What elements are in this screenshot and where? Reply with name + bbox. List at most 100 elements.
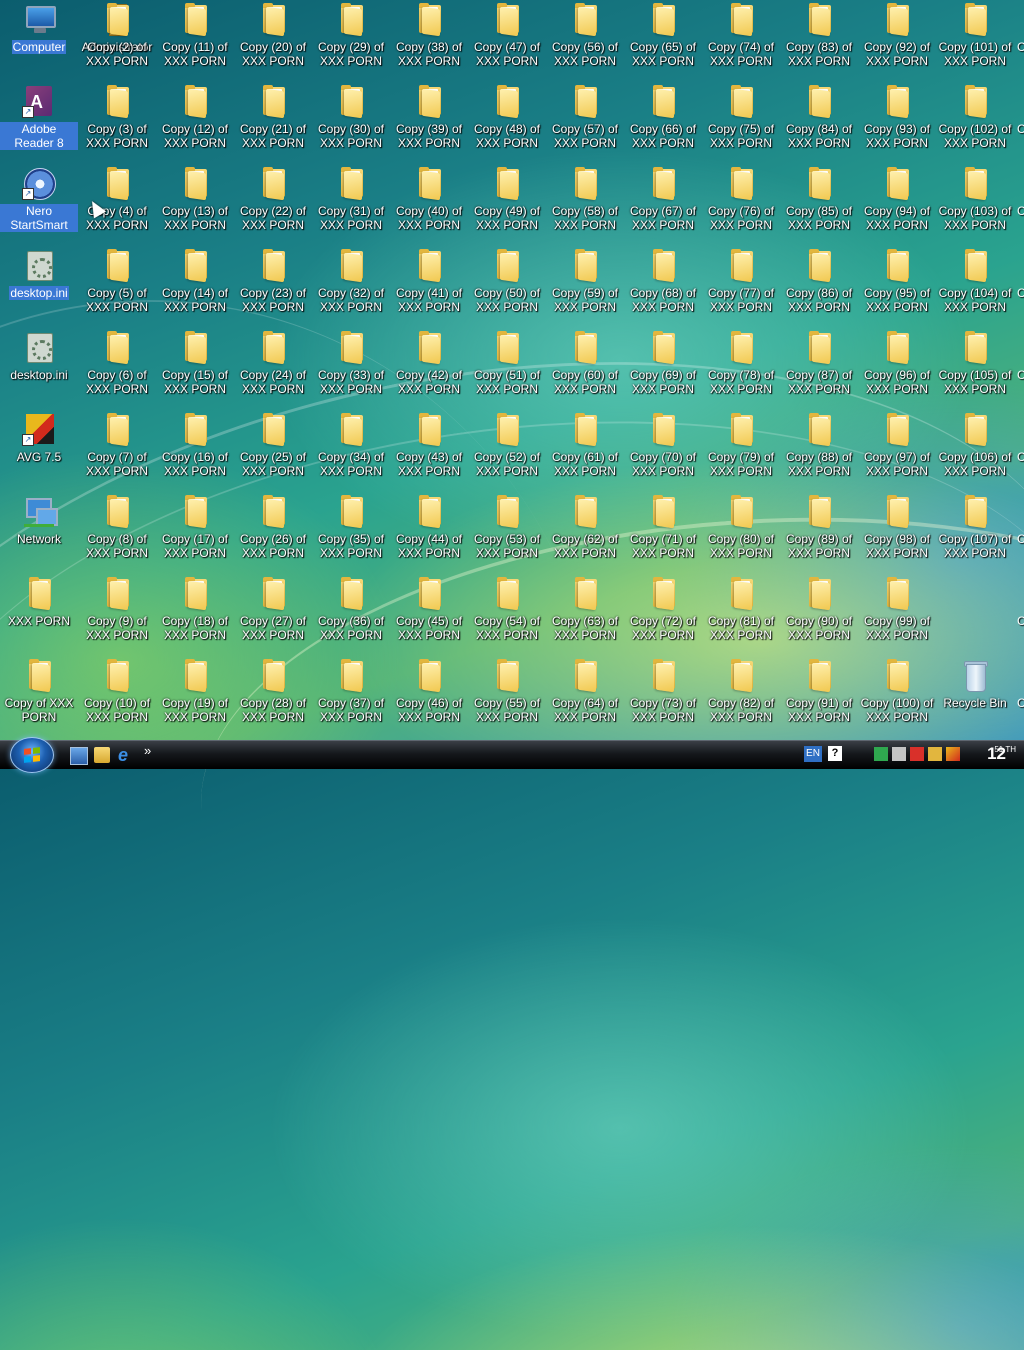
language-indicator[interactable]: EN: [804, 746, 822, 762]
desktop-icon[interactable]: Copy (50) of XXX PORN: [468, 246, 546, 324]
desktop-icon[interactable]: Copy (12) of XXX PORN: [156, 82, 234, 160]
desktop-icon[interactable]: Copy (8) of XXX PORN: [78, 492, 156, 570]
internet-explorer-icon[interactable]: e: [118, 746, 134, 764]
desktop-icon[interactable]: Copy (14) of XXX PORN: [156, 246, 234, 324]
desktop-icon[interactable]: Copy (100) of XXX PORN: [858, 656, 936, 734]
desktop-icon[interactable]: Copy (17) of XXX PORN: [156, 492, 234, 570]
desktop-icon[interactable]: Copy (76) of XXX PORN: [702, 164, 780, 242]
desktop-icon[interactable]: Copy (78) of XXX PORN: [702, 328, 780, 406]
desktop-icon[interactable]: Copy (86) of XXX PORN: [780, 246, 858, 324]
desktop-icon[interactable]: ↗ Nero StartSmart: [0, 164, 78, 242]
network-tray-icon[interactable]: [874, 747, 888, 761]
desktop-icon[interactable]: Copy (77) of XXX PORN: [702, 246, 780, 324]
desktop-icon[interactable]: Copy (36) of XXX PORN: [312, 574, 390, 652]
desktop-icon[interactable]: Copy (72) of XXX PORN: [624, 574, 702, 652]
desktop-icon[interactable]: Copy (54) of XXX PORN: [468, 574, 546, 652]
desktop-icon[interactable]: Network: [0, 492, 78, 570]
desktop-icon[interactable]: Copy (62) of XXX PORN: [546, 492, 624, 570]
desktop-icon[interactable]: Copy (18) of XXX PORN: [156, 574, 234, 652]
desktop-icon[interactable]: Copy (60) of XXX PORN: [546, 328, 624, 406]
desktop-icon[interactable]: Copy (58) of XXX PORN: [546, 164, 624, 242]
desktop-icon[interactable]: Copy (61) of XXX PORN: [546, 410, 624, 488]
desktop-icon[interactable]: Copy (44) of XXX PORN: [390, 492, 468, 570]
desktop-icon[interactable]: Copy (57) of XXX PORN: [546, 82, 624, 160]
desktop-icon[interactable]: Copy (51) of XXX PORN: [468, 328, 546, 406]
desktop-icon[interactable]: Copy (106) of XXX PORN: [936, 410, 1014, 488]
desktop-icon[interactable]: Copy (95) of XXX PORN: [858, 246, 936, 324]
desktop-icon[interactable]: Copy (46) of XXX PORN: [390, 656, 468, 734]
desktop-icon[interactable]: Copy (25) of XXX PORN: [234, 410, 312, 488]
desktop-icon[interactable]: Copy (107) of XXX PORN: [936, 492, 1014, 570]
desktop-icon[interactable]: Copy (41) of XXX PORN: [390, 246, 468, 324]
desktop-icon[interactable]: Copy (35) of XXX PORN: [312, 492, 390, 570]
desktop-icon[interactable]: Copy (45) of XXX PORN: [390, 574, 468, 652]
desktop-icon[interactable]: Copy (16) of XXX PORN: [156, 410, 234, 488]
desktop-icon[interactable]: Copy (69) of XXX PORN: [624, 328, 702, 406]
desktop-icon[interactable]: Copy (59) of XXX PORN: [546, 246, 624, 324]
desktop-icon[interactable]: Copy (73) of XXX PORN: [624, 656, 702, 734]
desktop-icon[interactable]: Copy (37) of XXX PORN: [312, 656, 390, 734]
desktop-icon[interactable]: Copy (3) of XXX PORN: [78, 82, 156, 160]
desktop-icon[interactable]: Copy (9) of XXX PORN: [78, 574, 156, 652]
desktop-icon[interactable]: Copy (20) of XXX PORN: [234, 0, 312, 78]
desktop-icon[interactable]: Copy (89) of XXX PORN: [780, 492, 858, 570]
desktop-icon[interactable]: Copy (48) of XXX PORN: [468, 82, 546, 160]
desktop-icon[interactable]: Copy (99) of XXX PORN: [858, 574, 936, 652]
desktop-icon[interactable]: Copy (80) of XXX PORN: [702, 492, 780, 570]
desktop-icon[interactable]: Copy (74) of XXX PORN: [702, 0, 780, 78]
volume-tray-icon[interactable]: [892, 747, 906, 761]
desktop-icon[interactable]: Copy (49) of XXX PORN: [468, 164, 546, 242]
desktop-icon[interactable]: Copy (70) of XXX PORN: [624, 410, 702, 488]
show-desktop-icon[interactable]: [70, 747, 88, 765]
desktop-icon[interactable]: Copy (24) of XXX PORN: [234, 328, 312, 406]
desktop-icon[interactable]: Copy (102) of XXX PORN: [936, 82, 1014, 160]
desktop-icon[interactable]: Copy (97) of XXX PORN: [858, 410, 936, 488]
desktop-icon[interactable]: Copy (67) of XXX PORN: [624, 164, 702, 242]
desktop-icon[interactable]: Copy (66) of XXX PORN: [624, 82, 702, 160]
desktop-icon[interactable]: Copy (65) of XXX PORN: [624, 0, 702, 78]
security-tray-icon[interactable]: [910, 747, 924, 761]
windows-explorer-icon[interactable]: [94, 747, 110, 763]
desktop-icon[interactable]: Copy (15) of XXX PORN: [156, 328, 234, 406]
desktop-icon[interactable]: ↗ AVG 7.5: [0, 410, 78, 488]
desktop-icon[interactable]: Copy (101) of XXX PORN: [936, 0, 1014, 78]
desktop-icon[interactable]: Copy (105) of XXX PORN: [936, 328, 1014, 406]
updates-tray-icon[interactable]: [928, 747, 942, 761]
desktop[interactable]: Computer A ↗ Adobe Reader 8 ↗ Nero StartSmart…: [0, 0, 1024, 740]
desktop-icon[interactable]: Copy (28) of XXX PORN: [234, 656, 312, 734]
desktop-icon[interactable]: Copy (91) of XXX PORN: [780, 656, 858, 734]
desktop-icon[interactable]: Copy (19) of XXX PORN: [156, 656, 234, 734]
desktop-icon[interactable]: Copy (31) of XXX PORN: [312, 164, 390, 242]
desktop-icon[interactable]: Copy of XXX PORN: [0, 656, 78, 734]
desktop-icon[interactable]: desktop.ini: [0, 328, 78, 406]
desktop-icon[interactable]: Copy (68) of XXX PORN: [624, 246, 702, 324]
desktop-icon[interactable]: Copy (21) of XXX PORN: [234, 82, 312, 160]
desktop-icon[interactable]: Copy (33) of XXX PORN: [312, 328, 390, 406]
desktop-icon[interactable]: Copy (11) of XXX PORN: [156, 0, 234, 78]
desktop-icon[interactable]: Copy (47) of XXX PORN: [468, 0, 546, 78]
desktop-icon[interactable]: Copy (2) of XXX PORN: [78, 0, 156, 78]
desktop-icon[interactable]: Copy (32) of XXX PORN: [312, 246, 390, 324]
desktop-icon[interactable]: Copy (13) of XXX PORN: [156, 164, 234, 242]
desktop-icon[interactable]: Copy (5) of XXX PORN: [78, 246, 156, 324]
desktop-icon[interactable]: Copy (43) of XXX PORN: [390, 410, 468, 488]
desktop-icon[interactable]: Copy (38) of XXX PORN: [390, 0, 468, 78]
quick-launch-more-button[interactable]: »: [144, 743, 160, 759]
desktop-icon[interactable]: desktop.ini: [0, 246, 78, 324]
desktop-icon[interactable]: Copy (94) of XXX PORN: [858, 164, 936, 242]
desktop-icon[interactable]: Copy (92) of XXX PORN: [858, 0, 936, 78]
desktop-icon[interactable]: XXX PORN: [0, 574, 78, 652]
avg-tray-icon[interactable]: [946, 747, 960, 761]
desktop-icon[interactable]: Copy (87) of XXX PORN: [780, 328, 858, 406]
desktop-icon[interactable]: Copy (42) of XXX PORN: [390, 328, 468, 406]
desktop-icon[interactable]: Copy (34) of XXX PORN: [312, 410, 390, 488]
desktop-icon[interactable]: Copy (40) of XXX PORN: [390, 164, 468, 242]
desktop-icon[interactable]: Copy (26) of XXX PORN: [234, 492, 312, 570]
desktop-icon[interactable]: Copy (85) of XXX PORN: [780, 164, 858, 242]
desktop-icon[interactable]: Recycle Bin: [936, 656, 1014, 734]
desktop-icon[interactable]: Copy (98) of XXX PORN: [858, 492, 936, 570]
help-icon[interactable]: ?: [828, 746, 842, 761]
desktop-icon[interactable]: Copy (23) of XXX PORN: [234, 246, 312, 324]
desktop-icon[interactable]: Copy (96) of XXX PORN: [858, 328, 936, 406]
desktop-icon[interactable]: Copy (63) of XXX PORN: [546, 574, 624, 652]
